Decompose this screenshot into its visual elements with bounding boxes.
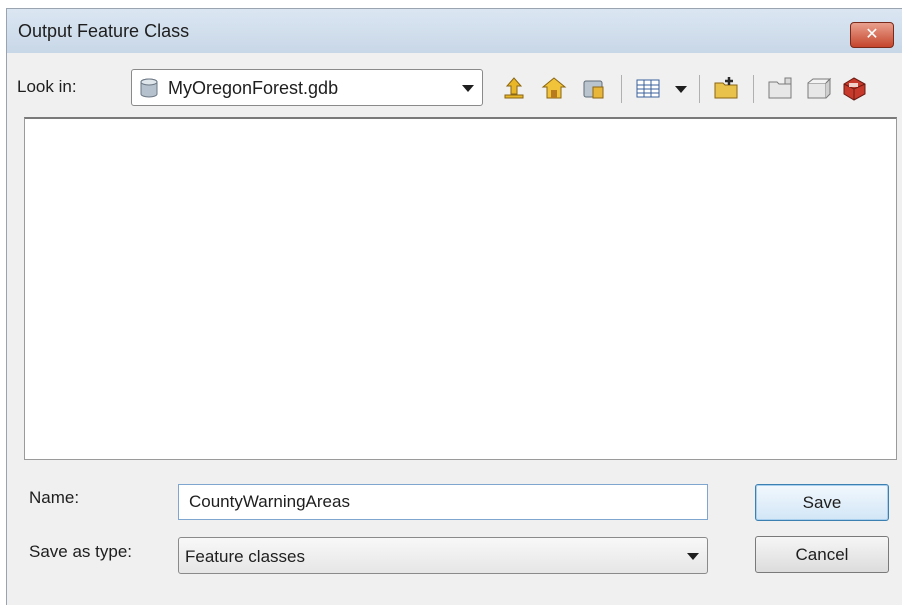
save-as-type-dropdown[interactable]: Feature classes bbox=[178, 537, 708, 574]
file-list-pane[interactable] bbox=[24, 117, 897, 460]
look-in-dropdown[interactable]: MyOregonForest.gdb bbox=[131, 69, 483, 106]
toolbar-divider bbox=[699, 75, 700, 103]
name-input[interactable]: CountyWarningAreas bbox=[178, 484, 708, 520]
home-icon bbox=[541, 77, 567, 99]
new-feature-dataset-icon bbox=[714, 77, 738, 99]
new-item-icon bbox=[807, 77, 832, 99]
toolbar-divider bbox=[753, 75, 754, 103]
new-folder-button[interactable] bbox=[765, 73, 795, 103]
view-menu-button[interactable] bbox=[633, 73, 663, 103]
view-menu-icon bbox=[636, 79, 660, 98]
name-label: Name: bbox=[29, 488, 80, 507]
title-bar: Output Feature Class ✕ bbox=[7, 9, 902, 53]
save-as-type-value: Feature classes bbox=[185, 547, 305, 566]
view-menu-dropdown-icon[interactable] bbox=[675, 86, 687, 93]
output-feature-class-dialog: Output Feature Class ✕ Look in: MyOregon… bbox=[6, 8, 902, 605]
new-folder-icon bbox=[768, 77, 792, 99]
geodatabase-icon bbox=[140, 78, 158, 98]
up-one-level-icon bbox=[504, 77, 524, 99]
look-in-label: Look in: bbox=[17, 77, 77, 96]
connect-folder-icon bbox=[583, 80, 604, 99]
look-in-value: MyOregonForest.gdb bbox=[168, 78, 339, 98]
chevron-down-icon bbox=[462, 85, 474, 92]
up-one-level-button[interactable] bbox=[499, 73, 529, 103]
window-title: Output Feature Class bbox=[18, 21, 190, 41]
connect-folder-button[interactable] bbox=[579, 73, 609, 103]
new-item-button[interactable] bbox=[803, 73, 833, 103]
delete-icon bbox=[843, 77, 866, 101]
chevron-down-icon bbox=[687, 553, 699, 560]
cancel-button[interactable]: Cancel bbox=[755, 536, 889, 573]
home-button[interactable] bbox=[539, 73, 569, 103]
save-as-type-label: Save as type: bbox=[29, 542, 133, 561]
toolbar-divider bbox=[621, 75, 622, 103]
save-button[interactable]: Save bbox=[755, 484, 889, 521]
delete-button[interactable] bbox=[839, 73, 869, 103]
close-button[interactable]: ✕ bbox=[850, 22, 894, 48]
new-feature-dataset-button[interactable] bbox=[711, 73, 741, 103]
